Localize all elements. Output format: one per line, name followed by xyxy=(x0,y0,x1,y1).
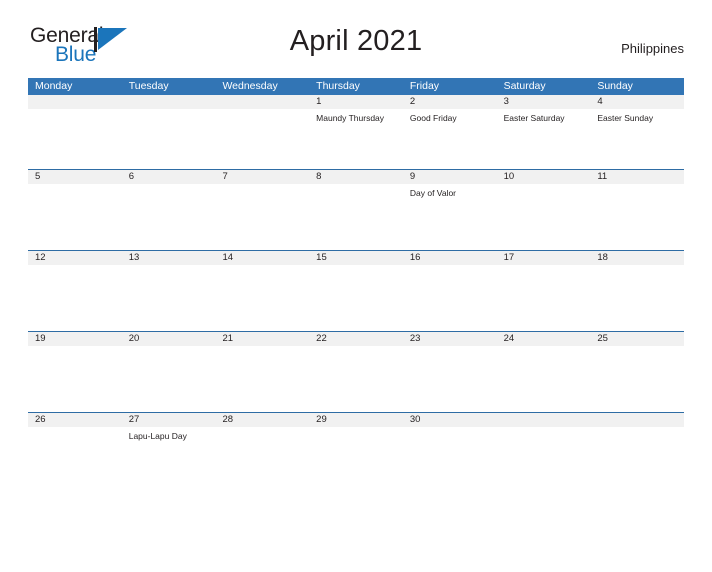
day-number[interactable]: 30 xyxy=(403,413,497,427)
day-number[interactable]: 27 xyxy=(122,413,216,427)
week-date-band: 1 2 3 4 xyxy=(28,95,684,109)
day-number[interactable]: 16 xyxy=(403,251,497,265)
day-event xyxy=(28,109,122,169)
day-number[interactable]: 21 xyxy=(215,332,309,346)
day-event xyxy=(28,346,122,412)
week-date-band: 26 27 28 29 30 xyxy=(28,413,684,427)
week-event-band: Lapu-Lapu Day xyxy=(28,427,684,493)
day-number[interactable]: 19 xyxy=(28,332,122,346)
day-event xyxy=(403,265,497,331)
day-event xyxy=(28,427,122,493)
weekday-sunday: Sunday xyxy=(597,80,633,92)
day-event xyxy=(122,109,216,169)
day-number[interactable]: 15 xyxy=(309,251,403,265)
day-number[interactable]: 3 xyxy=(497,95,591,109)
day-number[interactable]: 5 xyxy=(28,170,122,184)
day-event xyxy=(215,184,309,250)
day-event xyxy=(403,346,497,412)
week-row: 19 20 21 22 23 24 25 xyxy=(28,331,684,412)
day-number[interactable]: 1 xyxy=(309,95,403,109)
day-number[interactable]: 23 xyxy=(403,332,497,346)
day-event xyxy=(403,427,497,493)
day-event xyxy=(215,427,309,493)
day-number[interactable] xyxy=(122,95,216,109)
day-number[interactable] xyxy=(590,413,684,427)
day-number[interactable]: 22 xyxy=(309,332,403,346)
day-event xyxy=(28,184,122,250)
week-event-band xyxy=(28,265,684,331)
day-number[interactable]: 11 xyxy=(590,170,684,184)
day-number[interactable]: 4 xyxy=(590,95,684,109)
day-event xyxy=(309,427,403,493)
day-number[interactable]: 20 xyxy=(122,332,216,346)
day-number[interactable]: 13 xyxy=(122,251,216,265)
day-number[interactable]: 6 xyxy=(122,170,216,184)
day-number[interactable]: 14 xyxy=(215,251,309,265)
day-number[interactable]: 8 xyxy=(309,170,403,184)
day-event xyxy=(497,346,591,412)
weekday-saturday: Saturday xyxy=(503,80,546,92)
day-event xyxy=(28,265,122,331)
day-event xyxy=(497,184,591,250)
weekday-wednesday: Wednesday xyxy=(222,80,278,92)
week-row: 26 27 28 29 30 Lapu-Lapu Day xyxy=(28,412,684,493)
day-number[interactable]: 7 xyxy=(215,170,309,184)
day-event: Easter Sunday xyxy=(597,113,654,123)
day-event xyxy=(215,346,309,412)
day-event xyxy=(309,184,403,250)
day-number[interactable]: 2 xyxy=(403,95,497,109)
day-event: Maundy Thursday xyxy=(316,113,385,123)
week-row: 1 2 3 4 Maundy Thursday Good Friday East… xyxy=(28,95,684,169)
week-date-band: 12 13 14 15 16 17 18 xyxy=(28,251,684,265)
day-event xyxy=(497,265,591,331)
week-date-band: 19 20 21 22 23 24 25 xyxy=(28,332,684,346)
country-label: Philippines xyxy=(621,41,684,56)
day-number[interactable]: 17 xyxy=(497,251,591,265)
day-number[interactable]: 9 xyxy=(403,170,497,184)
day-number[interactable]: 18 xyxy=(590,251,684,265)
day-event xyxy=(122,184,216,250)
day-event xyxy=(309,265,403,331)
day-event xyxy=(590,346,684,412)
week-event-band: Day of Valor xyxy=(28,184,684,250)
day-event xyxy=(590,427,684,493)
day-number[interactable] xyxy=(497,413,591,427)
day-event xyxy=(590,184,684,250)
day-event xyxy=(497,427,591,493)
day-event xyxy=(122,265,216,331)
week-event-band xyxy=(28,346,684,412)
day-number[interactable] xyxy=(28,95,122,109)
day-number[interactable] xyxy=(215,95,309,109)
week-event-band: Maundy Thursday Good Friday Easter Satur… xyxy=(28,109,684,169)
day-event: Lapu-Lapu Day xyxy=(128,431,187,441)
weekday-monday: Monday xyxy=(35,80,73,92)
day-event xyxy=(215,109,309,169)
day-number[interactable]: 28 xyxy=(215,413,309,427)
day-event xyxy=(122,346,216,412)
day-number[interactable]: 10 xyxy=(497,170,591,184)
day-number[interactable]: 25 xyxy=(590,332,684,346)
weekday-header-row: Monday Tuesday Wednesday Thursday Friday… xyxy=(28,78,684,95)
day-event: Day of Valor xyxy=(409,188,457,198)
day-event: Good Friday xyxy=(409,113,457,123)
day-event xyxy=(309,346,403,412)
day-number[interactable]: 12 xyxy=(28,251,122,265)
calendar-grid: Monday Tuesday Wednesday Thursday Friday… xyxy=(28,78,684,493)
week-row: 12 13 14 15 16 17 18 xyxy=(28,250,684,331)
weekday-friday: Friday xyxy=(409,80,440,92)
page-header: General Blue April 2021 Philippines xyxy=(28,22,684,78)
week-date-band: 5 6 7 8 9 10 11 xyxy=(28,170,684,184)
page-title: April 2021 xyxy=(289,25,423,57)
day-number[interactable]: 29 xyxy=(309,413,403,427)
day-number[interactable]: 26 xyxy=(28,413,122,427)
day-number[interactable]: 24 xyxy=(497,332,591,346)
day-event xyxy=(590,265,684,331)
weekday-tuesday: Tuesday xyxy=(128,80,169,92)
week-row: 5 6 7 8 9 10 11 Day of Valor xyxy=(28,169,684,250)
day-event: Easter Saturday xyxy=(503,113,565,123)
weekday-thursday: Thursday xyxy=(316,80,360,92)
day-event xyxy=(215,265,309,331)
